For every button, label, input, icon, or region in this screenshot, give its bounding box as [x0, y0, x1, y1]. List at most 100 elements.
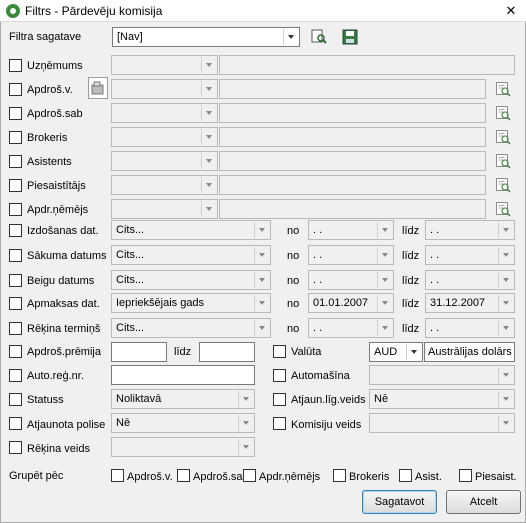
- currency-name-value: Austrālijas dolārs: [428, 346, 512, 358]
- party-select[interactable]: [111, 79, 218, 99]
- renew-type-checkbox[interactable]: [273, 393, 286, 406]
- chevron-down-icon: [238, 391, 253, 407]
- group-by-checkbox[interactable]: [333, 469, 346, 482]
- party-checkbox[interactable]: [9, 107, 22, 120]
- date-checkbox[interactable]: [9, 274, 22, 287]
- status-checkbox[interactable]: [9, 393, 22, 406]
- party-checkbox[interactable]: [9, 131, 22, 144]
- title-bar: Filtrs - Pārdevēju komisija ✕: [0, 0, 526, 22]
- date-checkbox[interactable]: [9, 224, 22, 237]
- premium-to-input[interactable]: [199, 342, 255, 362]
- window-title: Filtrs - Pārdevēju komisija: [25, 3, 163, 18]
- date-period-select[interactable]: Iepriekšējais gads: [111, 293, 271, 313]
- date-period-select[interactable]: Cits...: [111, 270, 271, 290]
- close-button[interactable]: ✕: [502, 2, 520, 20]
- date-to-picker[interactable]: . .: [425, 318, 515, 338]
- search-icon[interactable]: [495, 153, 511, 169]
- group-by-checkbox[interactable]: [111, 469, 124, 482]
- date-period-value: Cits...: [116, 224, 145, 236]
- party-select[interactable]: [111, 55, 218, 75]
- chevron-down-icon: [254, 222, 269, 238]
- party-label: Uzņēmums: [27, 60, 83, 72]
- date-checkbox[interactable]: [9, 322, 22, 335]
- search-icon[interactable]: [495, 81, 511, 97]
- search-icon[interactable]: [495, 177, 511, 193]
- party-name-field: [219, 151, 486, 171]
- premium-checkbox[interactable]: [9, 345, 22, 358]
- date-to-picker[interactable]: . .: [425, 220, 515, 240]
- chevron-down-icon: [377, 320, 392, 336]
- auto-reg-input[interactable]: [111, 365, 255, 385]
- party-select[interactable]: [111, 103, 218, 123]
- date-from-picker[interactable]: . .: [308, 220, 394, 240]
- date-from-picker[interactable]: . .: [308, 270, 394, 290]
- date-checkbox[interactable]: [9, 297, 22, 310]
- date-period-select[interactable]: Cits...: [111, 220, 271, 240]
- group-by-checkbox[interactable]: [177, 469, 190, 482]
- chevron-down-icon: [377, 272, 392, 288]
- search-template-icon[interactable]: [310, 28, 328, 46]
- date-from-picker[interactable]: . .: [308, 318, 394, 338]
- search-icon[interactable]: [495, 105, 511, 121]
- date-to-picker[interactable]: 31.12.2007: [425, 293, 515, 313]
- party-checkbox[interactable]: [9, 179, 22, 192]
- group-by-checkbox[interactable]: [459, 469, 472, 482]
- automasina-checkbox[interactable]: [273, 369, 286, 382]
- renew-type-select[interactable]: Nē: [369, 389, 515, 409]
- status-select[interactable]: Noliktavā: [111, 389, 255, 409]
- date-period-value: Cits...: [116, 322, 145, 334]
- date-from-picker[interactable]: 01.01.2007: [308, 293, 394, 313]
- party-label: Apdr.ņēmējs: [27, 204, 89, 216]
- search-icon[interactable]: [495, 129, 511, 145]
- party-label: Apdroš.sab: [27, 108, 83, 120]
- date-period-select[interactable]: Cits...: [111, 245, 271, 265]
- renewed-checkbox[interactable]: [9, 417, 22, 430]
- invoice-type-label: Rēķina veids: [27, 443, 90, 455]
- automasina-select[interactable]: [369, 365, 515, 385]
- party-select[interactable]: [111, 127, 218, 147]
- binder-icon[interactable]: [88, 77, 108, 99]
- invoice-type-checkbox[interactable]: [9, 441, 22, 454]
- template-select[interactable]: [Nav]: [112, 27, 300, 47]
- currency-checkbox[interactable]: [273, 345, 286, 358]
- chevron-down-icon: [498, 320, 513, 336]
- group-by-checkbox[interactable]: [399, 469, 412, 482]
- party-checkbox[interactable]: [9, 203, 22, 216]
- party-select[interactable]: [111, 151, 218, 171]
- chevron-down-icon: [377, 247, 392, 263]
- auto-reg-checkbox[interactable]: [9, 369, 22, 382]
- party-checkbox[interactable]: [9, 155, 22, 168]
- date-period-select[interactable]: Cits...: [111, 318, 271, 338]
- chevron-down-icon: [283, 29, 298, 45]
- chevron-down-icon: [238, 439, 253, 455]
- search-icon[interactable]: [495, 201, 511, 217]
- party-label: Asistents: [27, 156, 72, 168]
- invoice-type-select[interactable]: [111, 437, 255, 457]
- save-icon[interactable]: [341, 28, 359, 46]
- party-checkbox[interactable]: [9, 59, 22, 72]
- date-to-picker[interactable]: . .: [425, 245, 515, 265]
- date-from-value: . .: [313, 224, 323, 236]
- date-label: Apmaksas dat.: [27, 298, 100, 310]
- date-label: Izdošanas dat.: [27, 225, 99, 237]
- date-to-picker[interactable]: . .: [425, 270, 515, 290]
- party-select[interactable]: [111, 199, 218, 219]
- date-from-value: 01.01.2007: [313, 297, 369, 309]
- premium-from-input[interactable]: [111, 342, 167, 362]
- group-by-checkbox[interactable]: [243, 469, 256, 482]
- cancel-button[interactable]: Atcelt: [446, 490, 521, 514]
- party-select[interactable]: [111, 175, 218, 195]
- date-to-word: līdz: [402, 225, 420, 237]
- currency-code-select[interactable]: AUD: [369, 342, 423, 362]
- date-to-word: līdz: [402, 250, 420, 262]
- commission-type-checkbox[interactable]: [273, 417, 286, 430]
- prepare-button[interactable]: Sagatavot: [362, 490, 437, 514]
- commission-type-select[interactable]: [369, 413, 515, 433]
- party-checkbox[interactable]: [9, 83, 22, 96]
- date-from-picker[interactable]: . .: [308, 245, 394, 265]
- date-checkbox[interactable]: [9, 249, 22, 262]
- chevron-down-icon: [254, 295, 269, 311]
- party-name-field: [219, 127, 486, 147]
- date-from-word: no: [287, 298, 300, 310]
- renewed-select[interactable]: Nē: [111, 413, 255, 433]
